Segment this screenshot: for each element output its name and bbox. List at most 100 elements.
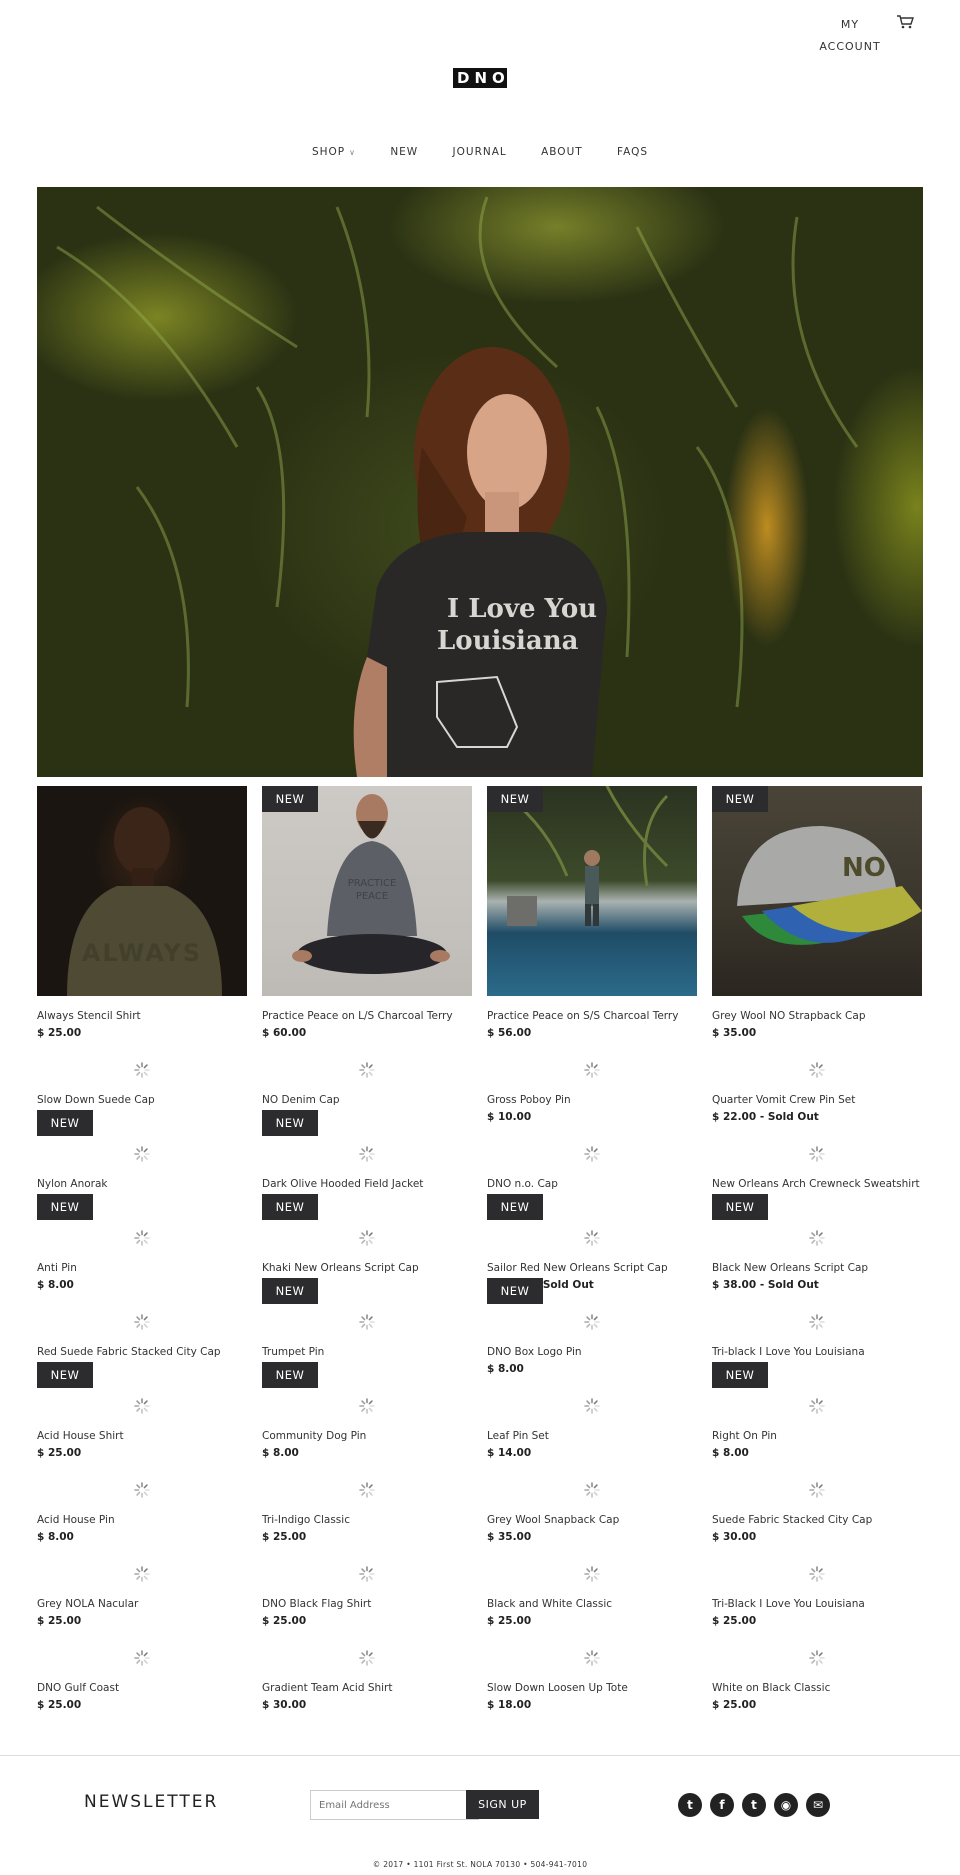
product-price: $ 56.00 [487,1027,532,1039]
email-input[interactable] [310,1790,479,1820]
new-badge: NEW [712,786,768,812]
product-name[interactable]: White on Black Classic [712,1682,830,1694]
product-price: $ 35.00 [487,1531,532,1543]
loading-spinner-icon [584,1398,600,1414]
new-badge: NEW [487,786,543,812]
product-name[interactable]: Always Stencil Shirt [37,1010,141,1022]
loading-spinner-icon [134,1566,150,1582]
loading-spinner-icon [359,1314,375,1330]
twitter-icon[interactable]: t [678,1793,702,1817]
nav-item-journal[interactable]: JOURNAL [453,146,507,158]
loading-spinner-icon [359,1566,375,1582]
product-name[interactable]: Right On Pin [712,1430,777,1442]
loading-spinner-icon [134,1398,150,1414]
loading-spinner-icon [359,1482,375,1498]
site-logo[interactable]: DNO [453,68,507,88]
product-name[interactable]: Black and White Classic [487,1598,612,1610]
product-name[interactable]: DNO Box Logo Pin [487,1346,582,1358]
nav-item-faqs[interactable]: FAQS [617,146,648,158]
email-icon[interactable]: ✉ [806,1793,830,1817]
product-name[interactable]: Trumpet Pin [262,1346,324,1358]
product-name[interactable]: Black New Orleans Script Cap [712,1262,868,1274]
facebook-icon[interactable]: f [710,1793,734,1817]
product-name[interactable]: DNO Gulf Coast [37,1682,119,1694]
svg-text:ALWAYS: ALWAYS [82,939,202,967]
product-image[interactable] [487,786,697,996]
svg-text:PEACE: PEACE [356,891,388,902]
product-name[interactable]: Grey Wool Snapback Cap [487,1514,619,1526]
product-name[interactable]: Acid House Shirt [37,1430,124,1442]
product-image[interactable]: NO [712,786,922,996]
nav-item-label: SHOP [311,146,346,158]
loading-spinner-icon [359,1146,375,1162]
product-price: $ 25.00 [487,1615,532,1627]
product-price: $ 25.00 [37,1615,82,1627]
product-illustration [506,786,669,926]
new-badge: NEW [262,1362,318,1388]
product-name[interactable]: Acid House Pin [37,1514,115,1526]
nav-item-shop[interactable]: SHOP ∨ [312,146,356,158]
product-image[interactable]: ALWAYS [37,786,247,996]
loading-spinner-icon [584,1650,600,1666]
product-name[interactable]: Tri-Indigo Classic [262,1514,350,1526]
loading-spinner-icon [584,1062,600,1078]
product-name[interactable]: Grey Wool NO Strapback Cap [712,1010,865,1022]
signup-button[interactable]: SIGN UP [466,1790,539,1819]
nav-item-new[interactable]: NEW [390,146,418,158]
product-price: $ 25.00 [712,1615,757,1627]
loading-spinner-icon [809,1566,825,1582]
new-badge: NEW [37,1194,93,1220]
footer-divider [0,1755,960,1756]
hero-image[interactable]: I Love You Louisiana [37,187,923,777]
loading-spinner-icon [809,1482,825,1498]
product-name[interactable]: Slow Down Loosen Up Tote [487,1682,628,1694]
loading-spinner-icon [809,1146,825,1162]
nav-item-about[interactable]: ABOUT [541,146,583,158]
product-name[interactable]: NO Denim Cap [262,1094,340,1106]
product-name[interactable]: DNO Black Flag Shirt [262,1598,371,1610]
product-name[interactable]: Leaf Pin Set [487,1430,549,1442]
instagram-icon[interactable]: ◉ [774,1793,798,1817]
product-name[interactable]: Gross Poboy Pin [487,1094,571,1106]
my-account-link[interactable]: MY ACCOUNT [818,14,882,58]
product-illustration: PRACTICE PEACE [292,794,450,974]
product-name[interactable]: Nylon Anorak [37,1178,108,1190]
product-name[interactable]: New Orleans Arch Crewneck Sweatshirt [712,1178,920,1190]
hero-illustration: I Love You Louisiana [56,196,859,777]
tumblr-icon[interactable]: t [742,1793,766,1817]
product-price: $ 30.00 [712,1531,757,1543]
loading-spinner-icon [359,1230,375,1246]
product-image[interactable]: PRACTICE PEACE [262,786,472,996]
loading-spinner-icon [809,1062,825,1078]
product-name[interactable]: DNO n.o. Cap [487,1178,558,1190]
product-price: $ 38.00 - Sold Out [712,1279,819,1291]
loading-spinner-icon [584,1566,600,1582]
loading-spinner-icon [359,1650,375,1666]
product-name[interactable]: Dark Olive Hooded Field Jacket [262,1178,423,1190]
product-name[interactable]: Tri-black I Love You Louisiana [712,1346,865,1358]
new-badge: NEW [37,1362,93,1388]
product-name[interactable]: Anti Pin [37,1262,77,1274]
hero-shirt-text-1: I Love You [447,594,597,624]
product-name[interactable]: Quarter Vomit Crew Pin Set [712,1094,855,1106]
product-price: $ 10.00 [487,1111,532,1123]
cart-icon[interactable] [896,14,914,30]
new-badge: NEW [262,1194,318,1220]
product-name[interactable]: Suede Fabric Stacked City Cap [712,1514,872,1526]
loading-spinner-icon [134,1482,150,1498]
loading-spinner-icon [134,1314,150,1330]
product-price: $ 25.00 [262,1615,307,1627]
product-name[interactable]: Grey NOLA Nacular [37,1598,138,1610]
product-price: $ 25.00 [262,1531,307,1543]
product-name[interactable]: Khaki New Orleans Script Cap [262,1262,419,1274]
product-illustration: ALWAYS [67,807,222,996]
product-name[interactable]: Gradient Team Acid Shirt [262,1682,393,1694]
product-name[interactable]: Practice Peace on S/S Charcoal Terry [487,1010,678,1022]
product-name[interactable]: Practice Peace on L/S Charcoal Terry [262,1010,453,1022]
new-badge: NEW [487,1278,543,1304]
product-name[interactable]: Sailor Red New Orleans Script Cap [487,1262,668,1274]
product-name[interactable]: Red Suede Fabric Stacked City Cap [37,1346,221,1358]
product-name[interactable]: Slow Down Suede Cap [37,1094,155,1106]
product-name[interactable]: Community Dog Pin [262,1430,366,1442]
product-name[interactable]: Tri-Black I Love You Louisiana [712,1598,865,1610]
